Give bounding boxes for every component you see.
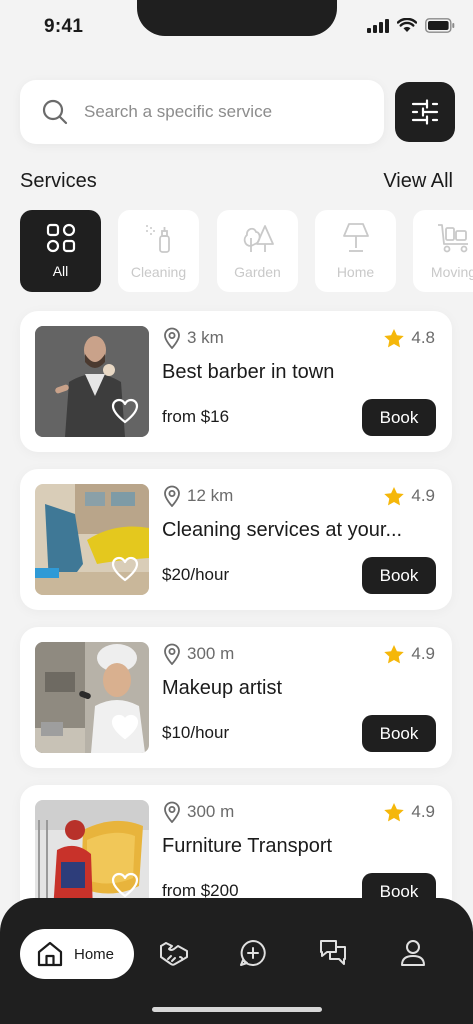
card-meta: 300 m 4.9 <box>163 643 435 665</box>
rating-value: 4.8 <box>411 328 435 347</box>
filter-button[interactable] <box>395 82 455 142</box>
card-meta: 12 km 4.9 <box>163 485 435 507</box>
bottom-nav: Home <box>0 898 473 1024</box>
trees-icon <box>243 225 274 252</box>
star-icon <box>384 328 405 347</box>
search-row <box>20 80 456 144</box>
chat-plus-icon[interactable] <box>238 938 268 968</box>
status-bar: 9:41 <box>0 0 473 56</box>
distance: 300 m <box>163 643 234 665</box>
service-title: Best barber in town <box>162 361 335 383</box>
service-price: from $16 <box>162 407 230 426</box>
distance-value: 12 km <box>187 486 234 505</box>
category-moving[interactable]: Moving <box>413 210 473 292</box>
location-pin-icon <box>164 643 180 665</box>
grid-icon <box>46 223 75 253</box>
service-image <box>35 642 149 753</box>
notch <box>137 0 337 36</box>
service-price: $10/hour <box>162 723 230 742</box>
search-bar[interactable] <box>20 80 384 144</box>
card-meta: 300 m 4.9 <box>163 801 435 823</box>
lamp-icon <box>342 223 369 252</box>
book-button[interactable]: Book <box>362 715 436 752</box>
location-pin-icon <box>164 801 180 823</box>
view-all-link[interactable]: View All <box>383 170 453 193</box>
sliders-icon <box>411 99 439 125</box>
rating-value: 4.9 <box>411 486 435 505</box>
distance: 300 m <box>163 801 234 823</box>
category-label: Cleaning <box>130 264 187 280</box>
heart-icon[interactable] <box>111 398 139 424</box>
service-card[interactable]: 12 km 4.9 Cleaning services at your... $… <box>20 469 452 610</box>
book-button[interactable]: Book <box>362 399 436 436</box>
service-title: Makeup artist <box>162 677 283 699</box>
nav-home-label: Home <box>74 945 115 963</box>
home-indicator <box>152 1007 322 1012</box>
profile-icon[interactable] <box>398 938 428 968</box>
service-card[interactable]: 3 km 4.8 Best barber in town from $16 Bo… <box>20 311 452 452</box>
category-label: Moving <box>430 264 473 280</box>
distance-value: 300 m <box>187 644 235 663</box>
service-price: $20/hour <box>162 565 230 584</box>
rating-value: 4.9 <box>411 802 435 821</box>
location-pin-icon <box>164 485 180 507</box>
service-title: Cleaning services at your... <box>162 519 403 541</box>
rating: 4.9 <box>383 644 435 665</box>
service-image <box>35 326 149 437</box>
category-garden[interactable]: Garden <box>217 210 298 292</box>
service-card[interactable]: 300 m 4.9 Makeup artist $10/hour Book <box>20 627 452 768</box>
distance: 12 km <box>163 485 233 507</box>
wifi-icon <box>397 18 417 32</box>
distance: 3 km <box>163 327 224 349</box>
search-input[interactable] <box>84 102 354 122</box>
service-title: Furniture Transport <box>162 835 333 857</box>
nav-home[interactable]: Home <box>20 929 134 979</box>
services-title: Services <box>20 170 97 192</box>
battery-icon <box>425 18 455 33</box>
category-list: All Cleaning Garden Home Moving <box>20 210 473 292</box>
card-meta: 3 km 4.8 <box>163 327 435 349</box>
service-image <box>35 484 149 595</box>
cart-icon <box>437 224 468 253</box>
category-home[interactable]: Home <box>315 210 396 292</box>
home-icon <box>37 941 63 967</box>
heart-icon[interactable] <box>111 714 139 740</box>
messages-icon[interactable] <box>318 938 348 968</box>
rating: 4.8 <box>383 328 435 349</box>
rating: 4.9 <box>383 802 435 823</box>
distance-value: 300 m <box>187 802 235 821</box>
star-icon <box>384 802 405 821</box>
star-icon <box>384 486 405 505</box>
status-icons <box>367 18 455 33</box>
category-label: All <box>52 263 69 279</box>
status-time: 9:41 <box>44 16 84 37</box>
rating: 4.9 <box>383 486 435 507</box>
category-label: Garden <box>234 264 281 280</box>
rating-value: 4.9 <box>411 644 435 663</box>
category-label: Home <box>336 264 375 280</box>
location-pin-icon <box>164 327 180 349</box>
services-header: Services View All <box>20 170 453 193</box>
signal-icon <box>367 18 389 33</box>
category-all[interactable]: All <box>20 210 101 292</box>
search-icon <box>42 99 68 125</box>
category-cleaning[interactable]: Cleaning <box>118 210 199 292</box>
spray-bottle-icon <box>145 225 170 253</box>
heart-icon[interactable] <box>111 556 139 582</box>
handshake-icon[interactable] <box>159 938 189 968</box>
book-button[interactable]: Book <box>362 557 436 594</box>
star-icon <box>384 644 405 663</box>
heart-icon[interactable] <box>111 872 139 898</box>
distance-value: 3 km <box>187 328 224 347</box>
service-image <box>35 800 149 911</box>
